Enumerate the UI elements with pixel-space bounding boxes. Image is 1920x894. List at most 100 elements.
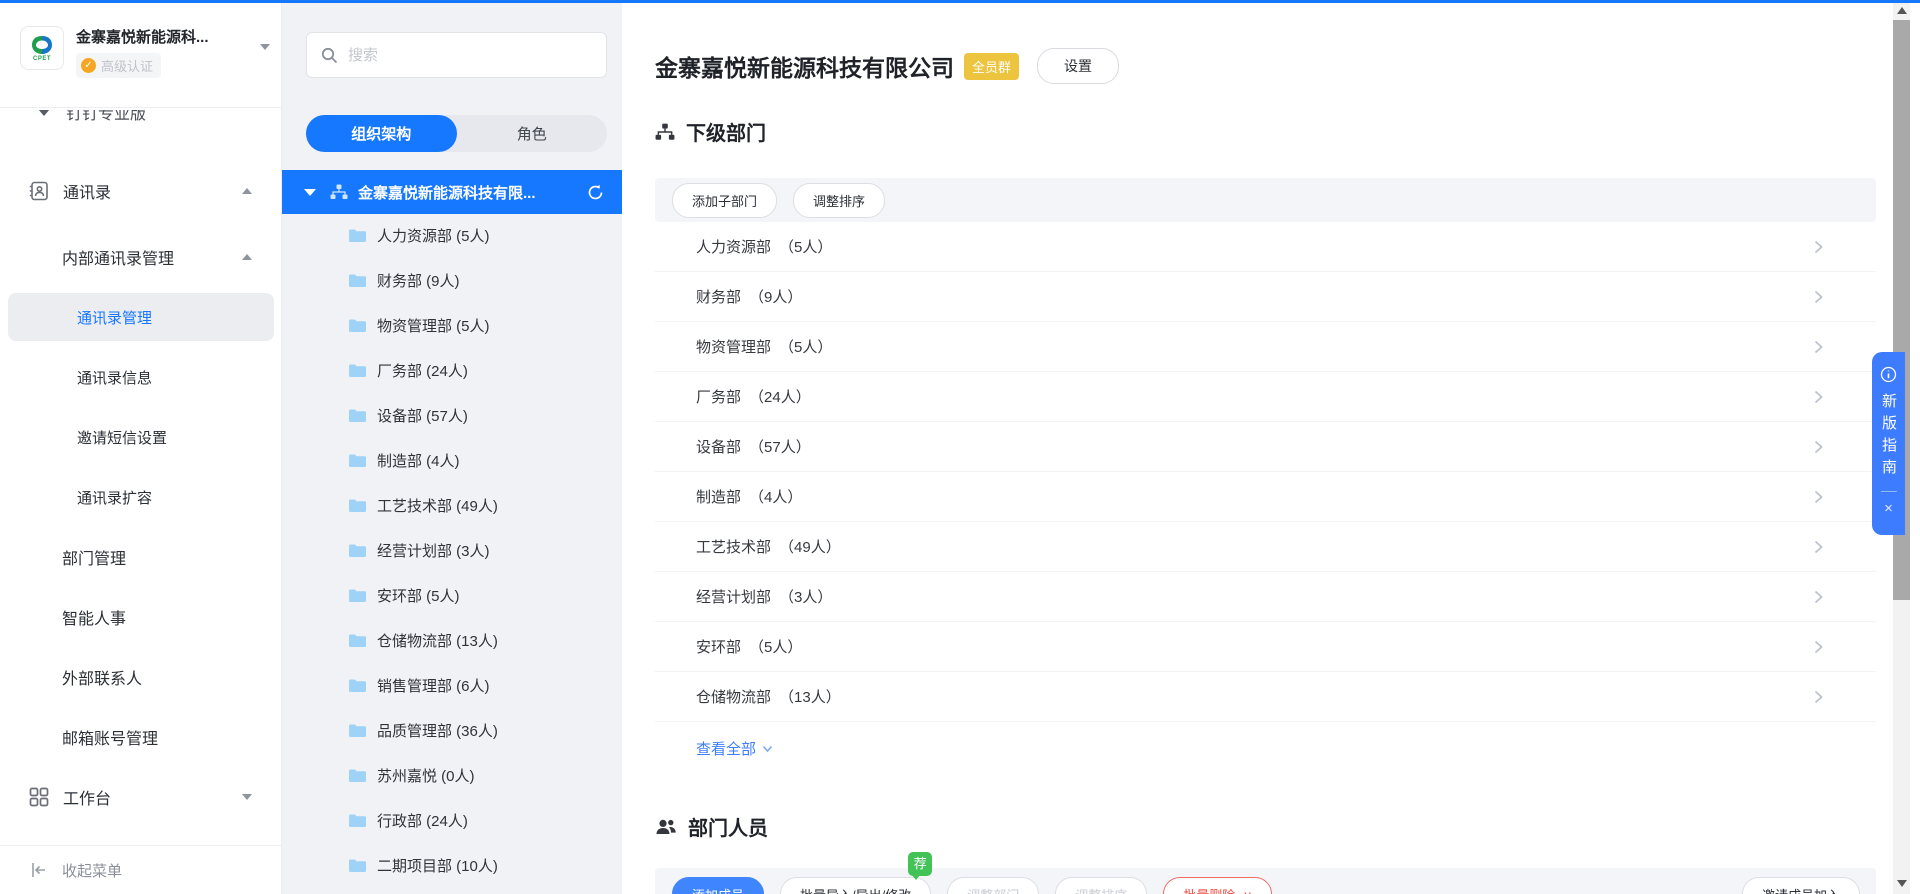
sidebar-menu-item[interactable]: 工作台 xyxy=(0,767,282,827)
sidebar-menu-item-label: 工作台 xyxy=(63,791,112,808)
sub-department-row[interactable]: 厂务部 （24人） xyxy=(655,372,1876,422)
tree-department-item[interactable]: 制造部 (4人) xyxy=(282,438,622,483)
chevron-right-icon xyxy=(1814,440,1823,453)
tree-department-item[interactable]: 品质管理部 (36人) xyxy=(282,708,622,753)
sidebar-menu-item[interactable]: 通讯录管理 xyxy=(0,287,282,347)
department-name: 工艺技术部 xyxy=(696,539,772,556)
tree-department-item[interactable]: 行政部 (24人) xyxy=(282,798,622,843)
guide-divider xyxy=(1880,491,1897,492)
scroll-down-arrow[interactable] xyxy=(1897,880,1907,887)
department-name: 设备部 xyxy=(696,439,742,456)
tree-department-label: 安环部 (5人) xyxy=(377,588,460,605)
tree-department-item[interactable]: 二期项目部 (10人) xyxy=(282,843,622,888)
tree-department-item[interactable]: 仓储物流部 (13人) xyxy=(282,618,622,663)
member-action-button[interactable]: 批量删除 ∨ xyxy=(1163,877,1273,894)
sidebar-menu: 通讯录 内部通讯录管理 通讯录管理 通讯录信息 邀请短信设置 通讯录扩容 部门管… xyxy=(0,161,282,827)
tree-department-item[interactable]: 工艺技术部 (49人) xyxy=(282,483,622,528)
sub-department-row[interactable]: 人力资源部 （5人） xyxy=(655,222,1876,272)
sidebar-menu-item[interactable]: 部门管理 xyxy=(0,527,282,587)
chevron-right-icon xyxy=(1814,340,1823,353)
scroll-up-arrow[interactable] xyxy=(1897,7,1907,14)
department-member-count: （5人） xyxy=(749,639,803,656)
sidebar-menu-item[interactable]: 通讯录扩容 xyxy=(0,467,282,527)
chevron-right-icon xyxy=(1814,640,1823,653)
org-switcher-caret-icon[interactable] xyxy=(260,44,270,50)
view-all-link[interactable]: 查看全部 xyxy=(696,738,773,759)
chevron-down-icon xyxy=(762,745,773,752)
tree-department-item[interactable]: 厂务部 (24人) xyxy=(282,348,622,393)
folder-icon xyxy=(349,634,366,647)
department-name: 经营计划部 xyxy=(696,589,772,606)
tree-department-item[interactable]: 设备部 (57人) xyxy=(282,393,622,438)
tree-department-item[interactable]: 安环部 (5人) xyxy=(282,573,622,618)
menu-caret-icon[interactable] xyxy=(242,254,252,260)
sub-department-row[interactable]: 仓储物流部 （13人） xyxy=(655,672,1876,722)
sidebar-menu-item[interactable]: 智能人事 xyxy=(0,587,282,647)
recommend-badge: 荐 xyxy=(908,852,933,880)
sidebar-menu-item[interactable]: 通讯录信息 xyxy=(0,347,282,407)
sub-department-row[interactable]: 制造部 （4人） xyxy=(655,472,1876,522)
tree-department-item[interactable]: 物资管理部 (5人) xyxy=(282,303,622,348)
member-action-button[interactable]: 批量导入/导出/修改 荐 xyxy=(780,852,933,894)
sub-department-row[interactable]: 工艺技术部 （49人） xyxy=(655,522,1876,572)
folder-icon xyxy=(349,409,366,422)
tree-department-label: 人力资源部 (5人) xyxy=(377,228,490,245)
search-icon xyxy=(321,47,338,63)
sidebar-menu-item[interactable]: 邀请短信设置 xyxy=(0,407,282,467)
adjust-sort-button[interactable]: 调整排序 xyxy=(793,182,886,218)
sub-department-row[interactable]: 物资管理部 （5人） xyxy=(655,322,1876,372)
collapse-menu-button[interactable]: 收起菜单 xyxy=(0,852,282,888)
member-action-button[interactable]: 添加成员 xyxy=(672,877,765,894)
new-version-guide-tab[interactable]: 新版指南 × xyxy=(1872,352,1905,535)
menu-caret-icon[interactable] xyxy=(242,188,252,194)
org-tree-panel: 组织架构 角色 金寨嘉悦新能源科技有限... 人力 xyxy=(282,0,622,894)
department-member-count: （13人） xyxy=(779,689,841,706)
close-icon[interactable]: × xyxy=(1884,500,1893,517)
main-content: 金寨嘉悦新能源科技有限公司 全员群 设置 下级部门 添加子部门 调整排序 人力资… xyxy=(622,0,1894,894)
department-member-count: （9人） xyxy=(749,289,803,306)
tree-department-item[interactable]: 财务部 (9人) xyxy=(282,258,622,303)
menu-caret-icon[interactable] xyxy=(242,794,252,800)
tree-department-item[interactable]: 销售管理部 (6人) xyxy=(282,663,622,708)
sidebar-menu-item[interactable]: 外部联系人 xyxy=(0,647,282,707)
collapse-arrow-icon xyxy=(32,863,45,877)
sidebar-menu-item[interactable]: 内部通讯录管理 xyxy=(0,227,282,287)
guide-tab-label: 新版指南 xyxy=(1880,393,1897,481)
sidebar-menu-item[interactable]: 通讯录 xyxy=(0,161,282,221)
org-switcher[interactable]: CPET 金寨嘉悦新能源科... ✓ 高级认证 xyxy=(20,26,270,78)
sub-department-row[interactable]: 安环部 （5人） xyxy=(655,622,1876,672)
sidebar-divider xyxy=(0,845,282,846)
sidebar-menu-item[interactable]: 邮箱账号管理 xyxy=(0,707,282,767)
folder-icon xyxy=(349,769,366,782)
sidebar-item-dingtalk-pro[interactable]: 钉钉专业版 xyxy=(0,110,282,130)
tree-department-label: 财务部 (9人) xyxy=(377,273,460,290)
sub-department-row[interactable]: 财务部 （9人） xyxy=(655,272,1876,322)
tab-roles[interactable]: 角色 xyxy=(457,115,608,152)
search-input[interactable] xyxy=(348,46,578,64)
tree-root-label: 金寨嘉悦新能源科技有限... xyxy=(358,184,536,202)
department-member-count: （24人） xyxy=(749,389,811,406)
logo-text: CPET xyxy=(32,56,51,62)
folder-icon xyxy=(349,814,366,827)
department-member-count: （5人） xyxy=(779,339,833,356)
member-action-button[interactable]: 调整排序 xyxy=(1055,877,1148,894)
tree-department-item[interactable]: 经营计划部 (3人) xyxy=(282,528,622,573)
sub-department-row[interactable]: 设备部 （57人） xyxy=(655,422,1876,472)
tab-org-structure[interactable]: 组织架构 xyxy=(306,115,457,152)
tree-root-company[interactable]: 金寨嘉悦新能源科技有限... xyxy=(282,170,622,214)
members-icon xyxy=(656,819,676,834)
search-box[interactable] xyxy=(306,32,607,78)
member-action-button[interactable]: 邀请成员加入 xyxy=(1741,877,1860,894)
sub-department-row[interactable]: 经营计划部 （3人） xyxy=(655,572,1876,622)
member-action-button[interactable]: 调整部门 xyxy=(947,877,1040,894)
chevron-right-icon xyxy=(1814,390,1823,403)
department-member-count: （5人） xyxy=(779,239,833,256)
tree-department-label: 苏州嘉悦 (0人) xyxy=(377,768,475,785)
tree-department-item[interactable]: 人力资源部 (5人) xyxy=(282,213,622,258)
refresh-icon[interactable] xyxy=(587,184,604,201)
add-sub-department-button[interactable]: 添加子部门 xyxy=(672,182,778,218)
settings-button[interactable]: 设置 xyxy=(1037,48,1120,84)
department-name: 厂务部 xyxy=(696,389,742,406)
tree-expand-caret-icon[interactable] xyxy=(304,188,316,196)
tree-department-item[interactable]: 苏州嘉悦 (0人) xyxy=(282,753,622,798)
